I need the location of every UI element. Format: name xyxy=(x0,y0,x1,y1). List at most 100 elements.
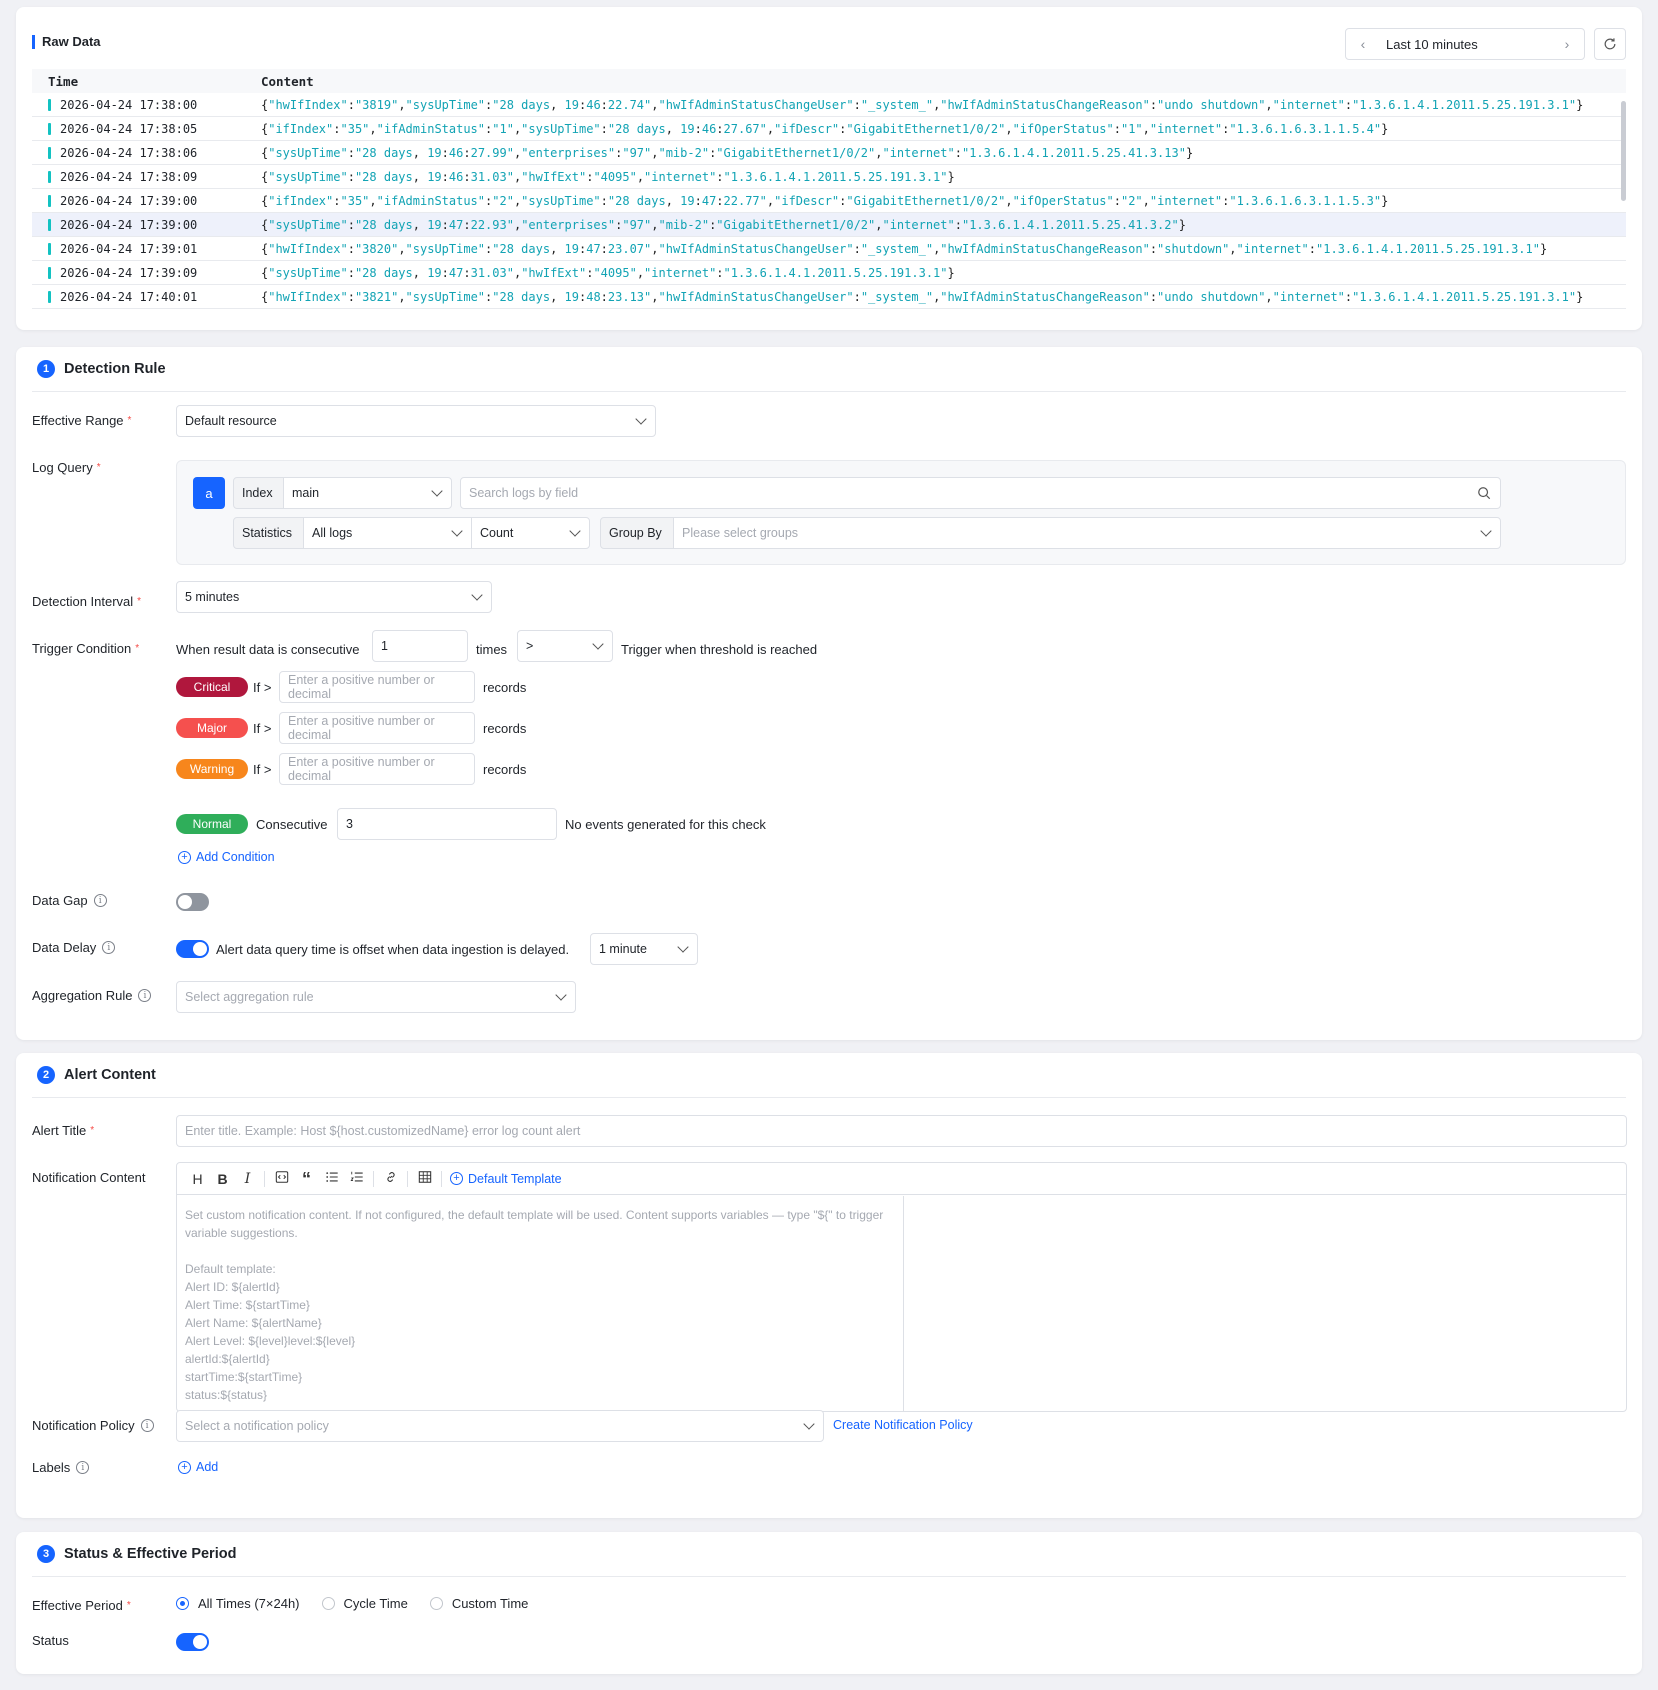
table-icon[interactable] xyxy=(412,1170,437,1187)
interval-select[interactable]: 5 minutes xyxy=(176,581,492,613)
data-gap-toggle[interactable] xyxy=(176,893,209,911)
step-number: 2 xyxy=(37,1066,55,1084)
trigger-times-input[interactable]: 1 xyxy=(372,630,468,662)
table-row[interactable]: 2026-04-24 17:40:01 {"hwIfIndex":"3821","… xyxy=(32,285,1626,309)
data-delay-toggle[interactable] xyxy=(176,940,209,958)
table-row[interactable]: 2026-04-24 17:38:05 {"ifIndex":"35","ifAd… xyxy=(32,117,1626,141)
table-row[interactable]: 2026-04-24 17:39:09 {"sysUpTime":"28 days… xyxy=(32,261,1626,285)
ordered-list-icon[interactable] xyxy=(344,1170,369,1187)
default-template-label: Default Template xyxy=(468,1171,562,1186)
code-block-icon[interactable] xyxy=(269,1170,294,1187)
alert-title-input[interactable]: Enter title. Example: Host ${host.custom… xyxy=(176,1115,1627,1147)
row-time: 2026-04-24 17:38:00 xyxy=(60,97,198,112)
table-row[interactable]: 2026-04-24 17:39:00 {"ifIndex":"35","ifAd… xyxy=(32,189,1626,213)
toggle-knob xyxy=(193,942,207,956)
add-condition-label: Add Condition xyxy=(196,850,275,864)
col-content-header: Content xyxy=(261,73,314,89)
italic-icon[interactable]: I xyxy=(235,1171,260,1187)
alert-title-label: Alert Title * xyxy=(32,1123,95,1138)
info-icon[interactable]: i xyxy=(140,1419,154,1432)
level-bar xyxy=(48,290,51,303)
notification-editor[interactable]: H B I “ + Default Template Set custom not… xyxy=(176,1162,1627,1412)
info-icon[interactable]: i xyxy=(76,1461,90,1474)
bold-icon[interactable]: B xyxy=(210,1171,235,1187)
create-policy-link[interactable]: Create Notification Policy xyxy=(833,1418,973,1432)
radio-option[interactable]: All Times (7×24h) xyxy=(176,1596,300,1611)
aggregation-value: Count xyxy=(480,526,514,540)
level-bar xyxy=(48,218,51,231)
link-icon[interactable] xyxy=(378,1170,403,1187)
radio-option[interactable]: Cycle Time xyxy=(321,1596,408,1611)
info-icon[interactable]: i xyxy=(138,989,152,1002)
table-header: Time Content xyxy=(32,69,1626,93)
divider xyxy=(32,1097,1626,1098)
add-label-button[interactable]: + Add xyxy=(178,1460,218,1474)
search-input[interactable]: Search logs by field xyxy=(460,477,1501,509)
radio-option[interactable]: Custom Time xyxy=(429,1596,528,1611)
chevron-left-icon[interactable]: ‹ xyxy=(1346,36,1380,52)
toolbar-divider xyxy=(264,1170,265,1187)
raw-data-card: Raw Data ‹ Last 10 minutes › Time Conten… xyxy=(16,7,1642,330)
severity-major-input[interactable]: Enter a positive number or decimal xyxy=(279,712,475,744)
severity-major-badge: Major xyxy=(176,718,248,738)
row-time: 2026-04-24 17:38:06 xyxy=(60,145,198,160)
section-title: 1 Detection Rule xyxy=(37,360,166,378)
radio-icon[interactable] xyxy=(429,1597,443,1610)
table-row[interactable]: 2026-04-24 17:39:00 {"sysUpTime":"28 days… xyxy=(32,213,1626,237)
toolbar-divider xyxy=(441,1170,442,1187)
radio-icon[interactable] xyxy=(321,1597,335,1610)
index-select[interactable]: main xyxy=(283,477,452,509)
editor-placeholder[interactable]: Set custom notification content. If not … xyxy=(177,1196,904,1411)
data-delay-select[interactable]: 1 minute xyxy=(590,933,698,965)
trigger-operator-value: > xyxy=(526,639,534,653)
chevron-down-icon xyxy=(471,589,483,601)
scrollbar[interactable] xyxy=(1621,101,1626,201)
chevron-down-icon xyxy=(431,485,443,497)
table-row[interactable]: 2026-04-24 17:38:09 {"sysUpTime":"28 days… xyxy=(32,165,1626,189)
info-icon[interactable]: i xyxy=(93,894,107,907)
statistics-select[interactable]: All logs xyxy=(303,517,472,549)
info-icon[interactable]: i xyxy=(102,941,116,954)
trigger-times-text: times xyxy=(476,641,508,657)
radio-icon[interactable] xyxy=(176,1597,189,1610)
table-row[interactable]: 2026-04-24 17:39:01 {"hwIfIndex":"3820","… xyxy=(32,237,1626,261)
status-toggle[interactable] xyxy=(176,1633,209,1651)
effective-range-value: Default resource xyxy=(185,414,277,428)
status-title: Status & Effective Period xyxy=(64,1546,237,1562)
notification-policy-select[interactable]: Select a notification policy xyxy=(176,1410,824,1442)
heading-icon[interactable]: H xyxy=(185,1171,210,1187)
time-range-label: Last 10 minutes xyxy=(1386,36,1478,52)
toggle-knob xyxy=(178,895,192,909)
chevron-right-icon[interactable]: › xyxy=(1550,36,1584,52)
table-row[interactable]: 2026-04-24 17:38:06 {"sysUpTime":"28 days… xyxy=(32,141,1626,165)
threshold-placeholder: Enter a positive number or decimal xyxy=(288,755,435,783)
effective-period-label: Effective Period * xyxy=(32,1598,131,1613)
level-bar xyxy=(48,194,51,207)
bullet-list-icon[interactable] xyxy=(319,1170,344,1187)
normal-consecutive-input[interactable]: 3 xyxy=(337,808,557,840)
plus-circle-icon: + xyxy=(450,1172,463,1185)
aggregation-rule-select[interactable]: Select aggregation rule xyxy=(176,981,576,1013)
severity-critical-input[interactable]: Enter a positive number or decimal xyxy=(279,671,475,703)
quote-icon[interactable]: “ xyxy=(294,1170,319,1188)
trigger-prefix: When result data is consecutive xyxy=(176,641,360,657)
log-query-box: a Index main Search logs by field Statis… xyxy=(176,460,1626,565)
row-time-cell: 2026-04-24 17:38:05 xyxy=(32,122,261,136)
group-by-select[interactable]: Please select groups xyxy=(673,517,1501,549)
refresh-button[interactable] xyxy=(1594,28,1626,60)
row-time: 2026-04-24 17:39:01 xyxy=(60,241,198,256)
time-range-picker[interactable]: ‹ Last 10 minutes › xyxy=(1345,28,1585,60)
effective-range-select[interactable]: Default resource xyxy=(176,405,656,437)
divider xyxy=(32,1576,1626,1577)
add-condition-button[interactable]: + Add Condition xyxy=(178,850,275,864)
default-template-button[interactable]: + Default Template xyxy=(450,1172,562,1186)
refresh-icon xyxy=(1604,38,1616,50)
aggregation-select[interactable]: Count xyxy=(471,517,590,549)
row-content: {"sysUpTime":"28 days, 19:47:31.03","hwI… xyxy=(261,265,955,280)
policy-placeholder: Select a notification policy xyxy=(185,1419,329,1433)
table-row[interactable]: 2026-04-24 17:38:00 {"hwIfIndex":"3819","… xyxy=(32,93,1626,117)
trigger-operator-select[interactable]: > xyxy=(517,630,613,662)
severity-warning-input[interactable]: Enter a positive number or decimal xyxy=(279,753,475,785)
query-badge[interactable]: a xyxy=(193,477,225,509)
level-bar xyxy=(48,122,51,135)
